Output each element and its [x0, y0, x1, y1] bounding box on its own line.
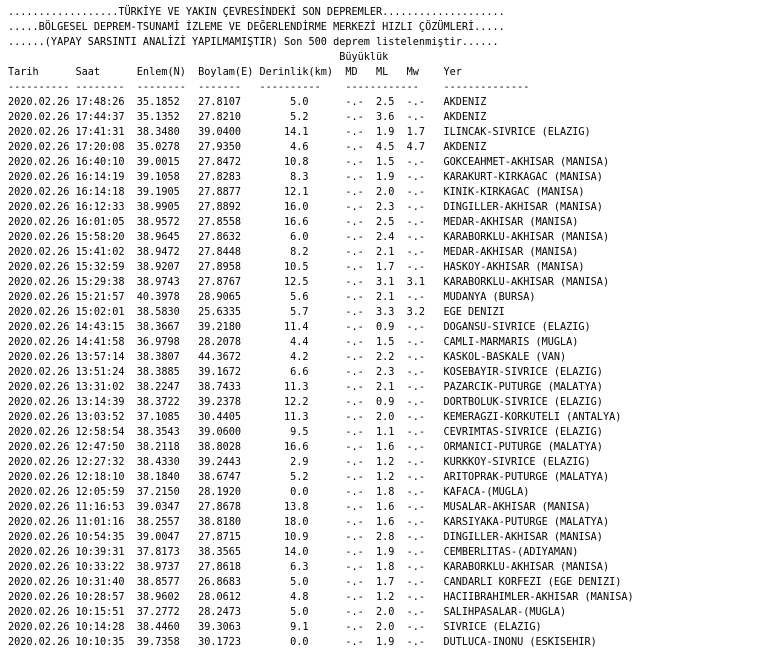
table-row: 2020.02.26 13:31:02 38.2247 38.7433 11.3… — [8, 382, 603, 393]
table-row: 2020.02.26 15:32:59 38.9207 27.8958 10.5… — [8, 262, 585, 273]
table-row: 2020.02.26 17:20:08 35.0278 27.9350 4.6 … — [8, 142, 487, 153]
table-row: 2020.02.26 15:21:57 40.3978 28.9065 5.6 … — [8, 292, 536, 303]
header-separator: ---------- -------- -------- ------- ---… — [8, 82, 530, 93]
table-row: 2020.02.26 15:02:01 38.5830 25.6335 5.7 … — [8, 307, 505, 318]
table-row: 2020.02.26 11:16:53 39.0347 27.8678 13.8… — [8, 502, 591, 513]
table-row: 2020.02.26 13:51:24 38.3885 39.1672 6.6 … — [8, 367, 603, 378]
table-row: 2020.02.26 13:57:14 38.3807 44.3672 4.2 … — [8, 352, 567, 363]
table-row: 2020.02.26 16:40:10 39.0015 27.8472 10.8… — [8, 157, 610, 168]
table-row: 2020.02.26 10:33:22 38.9737 27.8618 6.3 … — [8, 562, 610, 573]
table-row: 2020.02.26 10:15:51 37.2772 28.2473 5.0 … — [8, 607, 567, 618]
listing-title: ..................TÜRKİYE VE YAKIN ÇEVRE… — [8, 7, 505, 18]
table-row: 2020.02.26 15:58:20 38.9645 27.8632 6.0 … — [8, 232, 610, 243]
table-row: 2020.02.26 16:14:18 39.1905 27.8877 12.1… — [8, 187, 585, 198]
table-row: 2020.02.26 12:27:32 38.4330 39.2443 2.9 … — [8, 457, 591, 468]
table-row: 2020.02.26 10:54:35 39.0047 27.8715 10.9… — [8, 532, 603, 543]
table-row: 2020.02.26 17:48:26 35.1852 27.8107 5.0 … — [8, 97, 487, 108]
listing-note: ......(YAPAY SARSINTI ANALİZİ YAPILMAMIŞ… — [8, 37, 499, 48]
table-row: 2020.02.26 16:14:19 39.1058 27.8283 8.3 … — [8, 172, 603, 183]
table-row: 2020.02.26 12:18:10 38.1840 38.6747 5.2 … — [8, 472, 610, 483]
column-headers: Tarih Saat Enlem(N) Boylam(E) Derinlik(k… — [8, 67, 462, 78]
table-row: 2020.02.26 10:28:57 38.9602 28.0612 4.8 … — [8, 592, 634, 603]
table-row: 2020.02.26 17:44:37 35.1352 27.8210 5.2 … — [8, 112, 487, 123]
listing-subtitle: .....BÖLGESEL DEPREM-TSUNAMİ İZLEME VE D… — [8, 22, 505, 33]
table-row: 2020.02.26 15:41:02 38.9472 27.8448 8.2 … — [8, 247, 579, 258]
table-row: 2020.02.26 16:01:05 38.9572 27.8558 16.6… — [8, 217, 579, 228]
table-row: 2020.02.26 14:43:15 38.3667 39.2180 11.4… — [8, 322, 591, 333]
table-row: 2020.02.26 12:58:54 38.3543 39.0600 9.5 … — [8, 427, 603, 438]
table-row: 2020.02.26 13:03:52 37.1085 30.4405 11.3… — [8, 412, 622, 423]
earthquake-rows: 2020.02.26 17:48:26 35.1852 27.8107 5.0 … — [8, 95, 634, 650]
table-row: 2020.02.26 10:31:40 38.8577 26.8683 5.0 … — [8, 577, 622, 588]
magnitude-group-header: Büyüklük — [8, 52, 389, 63]
table-row: 2020.02.26 14:41:58 36.9798 28.2078 4.4 … — [8, 337, 579, 348]
table-row: 2020.02.26 17:41:31 38.3480 39.0400 14.1… — [8, 127, 591, 138]
table-row: 2020.02.26 10:39:31 37.8173 38.3565 14.0… — [8, 547, 579, 558]
earthquake-listing: ..................TÜRKİYE VE YAKIN ÇEVRE… — [8, 5, 634, 650]
table-row: 2020.02.26 12:05:59 37.2150 28.1920 0.0 … — [8, 487, 530, 498]
table-row: 2020.02.26 16:12:33 38.9905 27.8892 16.0… — [8, 202, 603, 213]
table-row: 2020.02.26 10:14:28 38.4460 39.3063 9.1 … — [8, 622, 542, 633]
table-row: 2020.02.26 11:01:16 38.2557 38.8180 18.0… — [8, 517, 610, 528]
table-row: 2020.02.26 13:14:39 38.3722 39.2378 12.2… — [8, 397, 603, 408]
table-row: 2020.02.26 15:29:38 38.9743 27.8767 12.5… — [8, 277, 610, 288]
table-row: 2020.02.26 12:47:50 38.2118 38.8028 16.6… — [8, 442, 603, 453]
